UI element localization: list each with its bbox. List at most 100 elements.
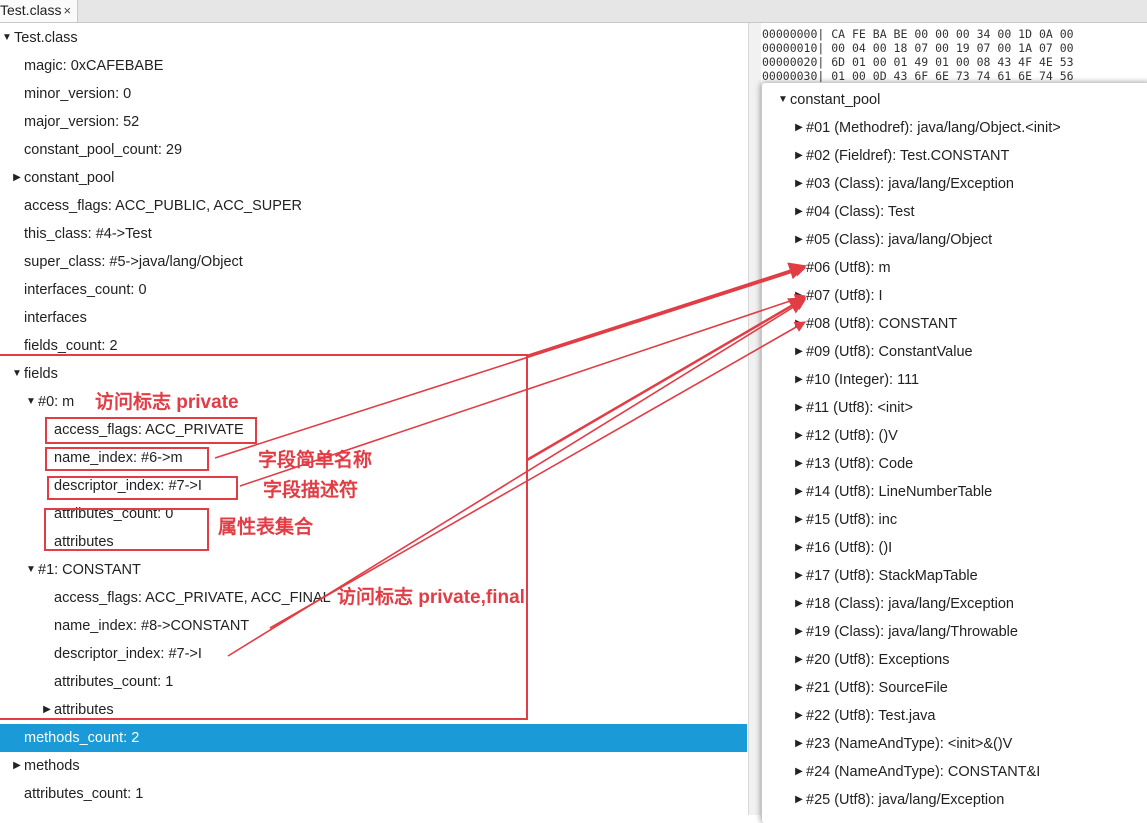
- constant-pool-entry[interactable]: ▶ #06 (Utf8): m: [792, 254, 1147, 282]
- note-access-flag-private: 访问标志 private: [95, 392, 239, 413]
- collapsed-triangle-icon[interactable]: ▶: [792, 506, 806, 534]
- constant-pool-entry-label: #10 (Integer): 111: [806, 372, 920, 388]
- constant-pool-entry-label: #18 (Class): java/lang/Exception: [806, 596, 1014, 612]
- collapsed-triangle-icon[interactable]: ▶: [792, 198, 806, 226]
- constant-pool-entry[interactable]: ▶ #14 (Utf8): LineNumberTable: [792, 478, 1147, 506]
- constant-pool-header[interactable]: ▼ constant_pool: [776, 86, 1147, 114]
- constant-pool-entry[interactable]: ▶ #22 (Utf8): Test.java: [792, 702, 1147, 730]
- tree-node[interactable]: super_class: #5->java/lang/Object: [0, 248, 747, 276]
- tree-node[interactable]: ▼ Test.class: [0, 24, 747, 52]
- collapsed-triangle-icon[interactable]: ▶: [792, 646, 806, 674]
- tree-node[interactable]: attributes_count: 1: [0, 780, 747, 808]
- constant-pool-entry[interactable]: ▶ #21 (Utf8): SourceFile: [792, 674, 1147, 702]
- collapsed-triangle-icon[interactable]: ▶: [792, 730, 806, 758]
- note-descriptor: 字段描述符: [263, 480, 359, 501]
- constant-pool-popup: ▼ constant_pool ▶ #01 (Methodref): java/lan…: [762, 83, 1147, 823]
- split-pane-divider[interactable]: [748, 23, 761, 815]
- constant-pool-entry-label: #09 (Utf8): ConstantValue: [806, 344, 973, 360]
- constant-pool-entry[interactable]: ▶ #10 (Integer): 111: [792, 366, 1147, 394]
- tree-node-label: methods: [24, 758, 80, 774]
- collapsed-triangle-icon[interactable]: ▶: [792, 478, 806, 506]
- constant-pool-entry[interactable]: ▶ #07 (Utf8): I: [792, 282, 1147, 310]
- collapsed-triangle-icon[interactable]: ▶: [792, 338, 806, 366]
- tree-node[interactable]: access_flags: ACC_PUBLIC, ACC_SUPER: [0, 192, 747, 220]
- constant-pool-entry-label: #04 (Class): Test: [806, 204, 915, 220]
- close-icon[interactable]: ×: [63, 3, 71, 18]
- note-attribute-table: 属性表集合: [218, 517, 314, 538]
- constant-pool-entry[interactable]: ▶ #03 (Class): java/lang/Exception: [792, 170, 1147, 198]
- constant-pool-entry[interactable]: ▶ #17 (Utf8): StackMapTable: [792, 562, 1147, 590]
- constant-pool-entry[interactable]: ▶ #13 (Utf8): Code: [792, 450, 1147, 478]
- collapsed-triangle-icon[interactable]: ▶: [10, 752, 24, 780]
- constant-pool-entry[interactable]: ▶ #02 (Fieldref): Test.CONSTANT: [792, 142, 1147, 170]
- constant-pool-entry[interactable]: ▶ #08 (Utf8): CONSTANT: [792, 310, 1147, 338]
- collapsed-triangle-icon[interactable]: ▶: [792, 702, 806, 730]
- collapsed-triangle-icon[interactable]: ▶: [792, 254, 806, 282]
- collapsed-triangle-icon[interactable]: ▶: [792, 366, 806, 394]
- collapsed-triangle-icon[interactable]: ▶: [792, 310, 806, 338]
- collapsed-triangle-icon[interactable]: ▶: [792, 590, 806, 618]
- constant-pool-entry[interactable]: ▶ #04 (Class): Test: [792, 198, 1147, 226]
- tree-node[interactable]: interfaces: [0, 304, 747, 332]
- constant-pool-entry-label: #22 (Utf8): Test.java: [806, 708, 936, 724]
- collapsed-triangle-icon[interactable]: ▶: [792, 114, 806, 142]
- tree-node-label: Test.class: [14, 30, 78, 46]
- constant-pool-entry[interactable]: ▶ #12 (Utf8): ()V: [792, 422, 1147, 450]
- tree-node-label: methods_count: 2: [24, 730, 140, 746]
- collapsed-triangle-icon[interactable]: ▶: [792, 422, 806, 450]
- tree-node-label: minor_version: 0: [24, 86, 132, 102]
- constant-pool-entry-label: #03 (Class): java/lang/Exception: [806, 176, 1014, 192]
- constant-pool-entry-label: #11 (Utf8): <init>: [806, 400, 913, 416]
- constant-pool-entry[interactable]: ▶ #15 (Utf8): inc: [792, 506, 1147, 534]
- tree-node-label: super_class: #5->java/lang/Object: [24, 254, 243, 270]
- constant-pool-entry-label: #06 (Utf8): m: [806, 260, 891, 276]
- collapsed-triangle-icon[interactable]: ▶: [792, 758, 806, 786]
- tree-node[interactable]: ▶ constant_pool: [0, 164, 747, 192]
- tab-label: Test.class: [0, 2, 62, 18]
- collapsed-triangle-icon[interactable]: ▶: [792, 170, 806, 198]
- constant-pool-entry[interactable]: ▶ #24 (NameAndType): CONSTANT&I: [792, 758, 1147, 786]
- constant-pool-entry[interactable]: ▶ #23 (NameAndType): <init>&()V: [792, 730, 1147, 758]
- collapsed-triangle-icon[interactable]: ▶: [792, 674, 806, 702]
- constant-pool-entry[interactable]: ▶ #18 (Class): java/lang/Exception: [792, 590, 1147, 618]
- constant-pool-entry[interactable]: ▶ #16 (Utf8): ()I: [792, 534, 1147, 562]
- collapsed-triangle-icon[interactable]: ▶: [792, 142, 806, 170]
- constant-pool-entry[interactable]: ▶ #05 (Class): java/lang/Object: [792, 226, 1147, 254]
- expanded-triangle-icon[interactable]: ▼: [776, 86, 790, 114]
- collapsed-triangle-icon[interactable]: ▶: [792, 786, 806, 814]
- collapsed-triangle-icon[interactable]: ▶: [792, 534, 806, 562]
- collapsed-triangle-icon[interactable]: ▶: [792, 226, 806, 254]
- tree-node[interactable]: constant_pool_count: 29: [0, 136, 747, 164]
- constant-pool-entry[interactable]: ▶ #09 (Utf8): ConstantValue: [792, 338, 1147, 366]
- constant-pool-entry-label: #25 (Utf8): java/lang/Exception: [806, 792, 1005, 808]
- collapsed-triangle-icon[interactable]: ▶: [10, 164, 24, 192]
- constant-pool-entry[interactable]: ▶ #20 (Utf8): Exceptions: [792, 646, 1147, 674]
- constant-pool-entry-label: #19 (Class): java/lang/Throwable: [806, 624, 1018, 640]
- collapsed-triangle-icon[interactable]: ▶: [792, 618, 806, 646]
- constant-pool-entry-label: #05 (Class): java/lang/Object: [806, 232, 993, 248]
- tree-node[interactable]: interfaces_count: 0: [0, 276, 747, 304]
- collapsed-triangle-icon[interactable]: ▶: [792, 450, 806, 478]
- tab-bar: Test.class ×: [0, 0, 1147, 23]
- constant-pool-entry[interactable]: ▶ #11 (Utf8): <init>: [792, 394, 1147, 422]
- collapsed-triangle-icon[interactable]: ▶: [792, 562, 806, 590]
- constant-pool-entry[interactable]: ▶ #19 (Class): java/lang/Throwable: [792, 618, 1147, 646]
- collapsed-triangle-icon[interactable]: ▶: [792, 394, 806, 422]
- tree-node[interactable]: ▶ methods: [0, 752, 747, 780]
- tree-node[interactable]: major_version: 52: [0, 108, 747, 136]
- descriptor-index-highlight-box: [47, 476, 238, 500]
- constant-pool-entry[interactable]: ▶ #01 (Methodref): java/lang/Object.<init…: [792, 114, 1147, 142]
- tree-node[interactable]: methods_count: 2: [0, 724, 747, 752]
- tree-node-label: interfaces: [24, 310, 87, 326]
- tree-node[interactable]: minor_version: 0: [0, 80, 747, 108]
- tree-node[interactable]: this_class: #4->Test: [0, 220, 747, 248]
- hex-line: 00000020| 6D 01 00 01 49 01 00 08 43 4F …: [762, 55, 1074, 69]
- expanded-triangle-icon[interactable]: ▼: [0, 24, 14, 52]
- collapsed-triangle-icon[interactable]: ▶: [792, 282, 806, 310]
- constant-pool-entry[interactable]: ▶ #25 (Utf8): java/lang/Exception: [792, 786, 1147, 814]
- tree-node[interactable]: magic: 0xCAFEBABE: [0, 52, 747, 80]
- tree-node-label: interfaces_count: 0: [24, 282, 147, 298]
- tab-test-class[interactable]: Test.class ×: [0, 0, 79, 22]
- constant-pool-entry-label: #24 (NameAndType): CONSTANT&I: [806, 764, 1041, 780]
- note-access-flag-private-final: 访问标志 private,final: [337, 587, 525, 608]
